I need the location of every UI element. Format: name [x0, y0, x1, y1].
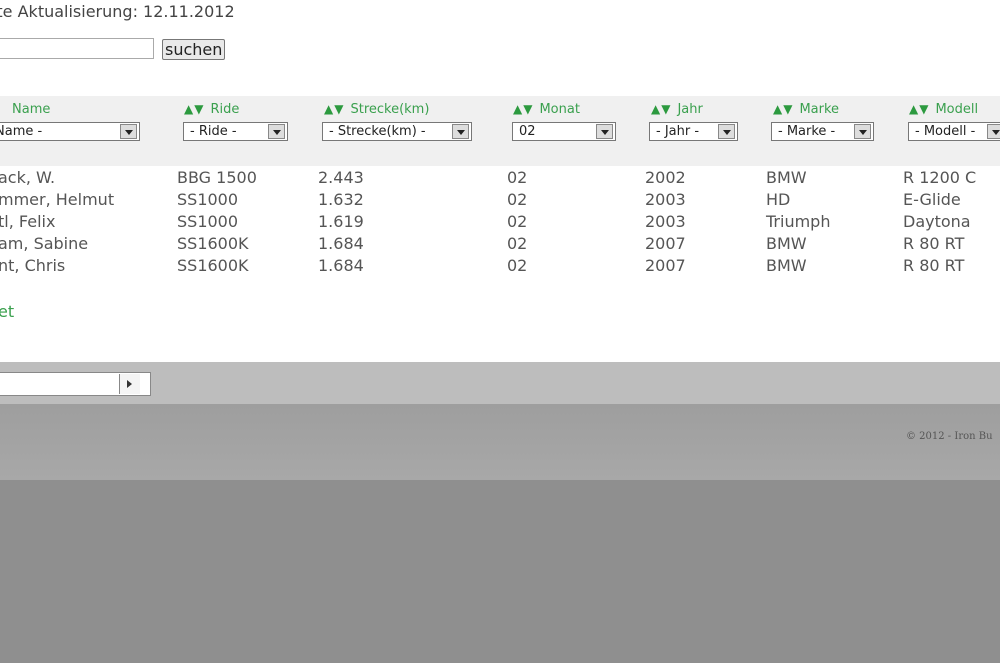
cell-marke: Triumph — [766, 212, 831, 231]
main-content: zte Aktualisierung: 12.11.2012 suchen ▲▼… — [0, 0, 1000, 362]
footer-band — [0, 404, 1000, 480]
cell-modell: R 80 RT — [903, 256, 965, 275]
cell-marke: BMW — [766, 168, 807, 187]
cell-ride: SS1600K — [177, 256, 249, 275]
cell-monat: 02 — [507, 212, 528, 231]
cell-jahr: 2003 — [645, 212, 686, 231]
sort-arrows-icon[interactable]: ▲▼ — [909, 102, 929, 116]
filter-select-modell[interactable]: - Modell - — [908, 122, 1000, 141]
sort-arrows-icon[interactable]: ▲▼ — [651, 102, 671, 116]
chevron-down-icon[interactable] — [596, 124, 613, 139]
column-header-marke[interactable]: ▲▼ Marke — [773, 102, 839, 117]
column-header-monat[interactable]: ▲▼ Monat — [513, 102, 580, 117]
filter-header: ▲▼Name Name - ▲▼Ride - Ride - ▲▼Strecke(… — [0, 96, 1000, 166]
search-input[interactable] — [0, 38, 154, 59]
cell-modell: R 80 RT — [903, 234, 965, 253]
chevron-down-icon[interactable] — [268, 124, 285, 139]
cell-name: nt, Chris — [0, 256, 66, 275]
cell-jahr: 2007 — [645, 234, 686, 253]
chevron-down-icon[interactable] — [987, 124, 1000, 139]
cell-modell: E-Glide — [903, 190, 961, 209]
cell-name: tl, Felix — [0, 212, 56, 231]
column-header-name[interactable]: ▲▼Name — [0, 102, 50, 117]
horizontal-scrollbar[interactable] — [0, 372, 151, 396]
cell-jahr: 2002 — [645, 168, 686, 187]
last-update-text: zte Aktualisierung: 12.11.2012 — [0, 2, 235, 21]
cell-marke: BMW — [766, 234, 807, 253]
chevron-down-icon[interactable] — [452, 124, 469, 139]
column-header-jahr[interactable]: ▲▼ Jahr — [651, 102, 703, 117]
filter-select-monat[interactable]: 02 — [512, 122, 616, 141]
sort-arrows-icon[interactable]: ▲▼ — [324, 102, 344, 116]
search-button[interactable]: suchen — [162, 39, 226, 60]
cell-name: mmer, Helmut — [0, 190, 115, 209]
cell-strecke: 1.684 — [318, 234, 364, 253]
cell-monat: 02 — [507, 190, 528, 209]
cell-name: ack, W. — [0, 168, 56, 187]
cell-ride: SS1000 — [177, 212, 239, 231]
filter-select-strecke[interactable]: - Strecke(km) - — [322, 122, 472, 141]
column-header-strecke[interactable]: ▲▼ Strecke(km) — [324, 102, 429, 117]
cell-ride: BBG 1500 — [177, 168, 257, 187]
cell-strecke: 1.632 — [318, 190, 364, 209]
scroll-right-icon[interactable] — [119, 374, 140, 394]
cell-modell: Daytona — [903, 212, 971, 231]
filter-select-ride[interactable]: - Ride - — [183, 122, 288, 141]
sort-arrows-icon[interactable]: ▲▼ — [773, 102, 793, 116]
cell-jahr: 2003 — [645, 190, 686, 209]
filter-select-name[interactable]: Name - — [0, 122, 140, 141]
cell-modell: R 1200 C — [903, 168, 977, 187]
cell-marke: BMW — [766, 256, 807, 275]
cell-jahr: 2007 — [645, 256, 686, 275]
cell-strecke: 2.443 — [318, 168, 364, 187]
column-header-ride[interactable]: ▲▼ Ride — [184, 102, 239, 117]
sort-arrows-icon[interactable]: ▲▼ — [513, 102, 533, 116]
cell-strecke: 1.619 — [318, 212, 364, 231]
cell-strecke: 1.684 — [318, 256, 364, 275]
cell-name: am, Sabine — [0, 234, 89, 253]
chevron-down-icon[interactable] — [120, 124, 137, 139]
column-header-modell[interactable]: ▲▼ Modell — [909, 102, 978, 117]
chevron-down-icon[interactable] — [854, 124, 871, 139]
cell-monat: 02 — [507, 168, 528, 187]
filter-select-marke[interactable]: - Marke - — [771, 122, 874, 141]
cell-ride: SS1000 — [177, 190, 239, 209]
copyright-text: © 2012 - Iron Bu — [906, 431, 993, 442]
cell-ride: SS1600K — [177, 234, 249, 253]
filter-select-jahr[interactable]: - Jahr - — [649, 122, 738, 141]
cell-marke: HD — [766, 190, 791, 209]
footer-link[interactable]: et — [0, 302, 14, 321]
cell-monat: 02 — [507, 256, 528, 275]
cell-monat: 02 — [507, 234, 528, 253]
sort-arrows-icon[interactable]: ▲▼ — [184, 102, 204, 116]
chevron-down-icon[interactable] — [718, 124, 735, 139]
